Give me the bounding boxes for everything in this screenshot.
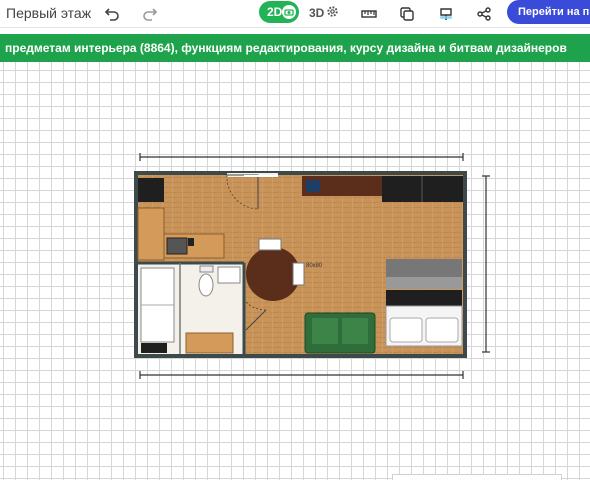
mode-3d-label: 3D [309, 6, 325, 20]
dining-chair-right[interactable] [292, 262, 305, 286]
plan-canvas[interactable]: 80x80 [0, 62, 590, 480]
table-dimension-label: 80x80 [306, 263, 323, 269]
toilet[interactable] [198, 273, 214, 297]
dining-table[interactable] [246, 247, 300, 301]
paint-icon[interactable] [437, 5, 455, 23]
mode-3d-toggle[interactable]: 3D [309, 4, 340, 22]
kitchen-sink[interactable] [166, 237, 188, 255]
ruler-icon[interactable] [360, 5, 378, 23]
bed-pillow[interactable] [389, 317, 423, 343]
mode-2d-toggle[interactable]: 2D [259, 1, 299, 23]
floor-name[interactable]: Первый этаж [6, 4, 91, 22]
gear-icon [325, 4, 340, 22]
bathroom-cabinet[interactable] [141, 343, 167, 353]
floor-plan[interactable]: 80x80 [0, 62, 590, 480]
bathroom-counter[interactable] [185, 332, 234, 354]
redo-icon[interactable] [141, 5, 159, 23]
copy-icon[interactable] [398, 5, 416, 23]
goto-button[interactable]: Перейти на пр [507, 0, 590, 24]
bottom-panel[interactable] [392, 474, 562, 480]
bed-headboard[interactable] [386, 290, 462, 306]
undo-icon[interactable] [103, 5, 121, 23]
camera-icon [282, 5, 296, 19]
share-icon[interactable] [475, 5, 493, 23]
bed-pillow-2[interactable] [425, 317, 459, 343]
dining-chair-top[interactable] [258, 238, 282, 251]
kitchen-counter[interactable] [137, 207, 165, 261]
mode-2d-label: 2D [267, 5, 283, 19]
sink[interactable] [217, 266, 241, 284]
top-toolbar: Первый этаж 2D 3D Перейти на пр [0, 0, 590, 28]
fridge[interactable] [138, 178, 164, 202]
promo-banner[interactable]: предметам интерьера (8864), функциям ред… [0, 34, 590, 62]
